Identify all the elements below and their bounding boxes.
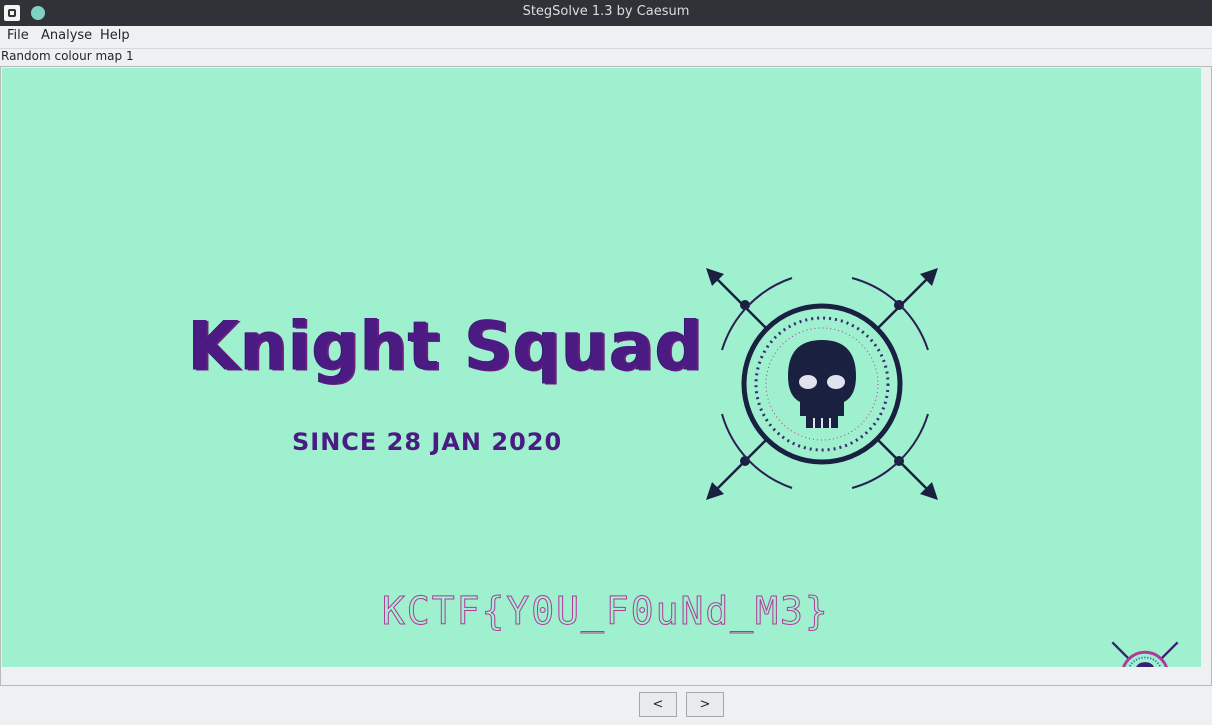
menu-file[interactable]: File <box>7 28 29 43</box>
menu-help[interactable]: Help <box>100 28 130 43</box>
menu-analyse[interactable]: Analyse <box>41 28 92 43</box>
navigation-bar: < > <box>0 686 1212 725</box>
small-skull-emblem-icon <box>1111 641 1179 667</box>
image-flag-text: KCTF{Y0U_F0uNd_M3} <box>382 589 830 634</box>
skull-emblem-icon <box>706 268 938 500</box>
horizontal-scrollbar[interactable] <box>2 668 1209 683</box>
window-titlebar: StegSolve 1.3 by Caesum <box>0 0 1212 26</box>
image-panel: Knight Squad SINCE 28 JAN 2020 KCTF{Y0U_… <box>0 66 1212 686</box>
previous-plane-button[interactable]: < <box>639 692 677 717</box>
next-plane-button[interactable]: > <box>686 692 724 717</box>
image-subheading: SINCE 28 JAN 2020 <box>292 428 563 456</box>
window-title: StegSolve 1.3 by Caesum <box>522 4 690 19</box>
image-canvas: Knight Squad SINCE 28 JAN 2020 KCTF{Y0U_… <box>2 68 1201 667</box>
menu-bar: File Analyse Help <box>0 26 1212 49</box>
image-heading: Knight Squad <box>188 307 704 386</box>
plane-label: Random colour map 1 <box>1 49 134 63</box>
